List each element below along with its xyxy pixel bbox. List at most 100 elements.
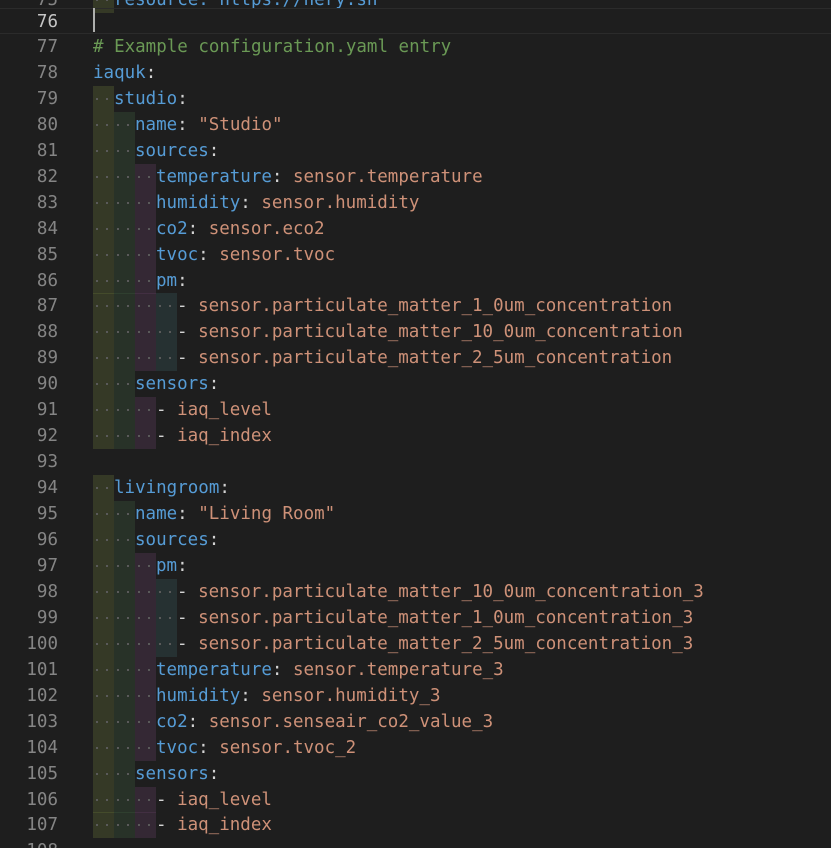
indent-guide [114,319,135,346]
line-number[interactable]: 81 [0,138,58,164]
line-number[interactable]: 94 [0,475,58,501]
line-code[interactable]: pm: [93,267,188,294]
code-line[interactable]: 93 [0,449,831,475]
yaml-key: pm [156,270,178,291]
line-number[interactable]: 77 [0,34,58,60]
line-number[interactable]: 86 [0,268,58,294]
code-line[interactable]: 88 - sensor.particulate_matter_10_0um_con… [0,319,831,346]
line-code[interactable]: - iaq_index [93,812,272,839]
line-code[interactable]: name: "Studio" [93,111,283,138]
line-code[interactable]: pm: [93,552,188,579]
line-number[interactable]: 90 [0,371,58,397]
line-code[interactable]: name: "Living Room" [93,501,335,528]
line-number[interactable]: 99 [0,605,58,631]
code-line[interactable]: 80 name: "Studio" [0,111,831,138]
code-line[interactable]: 81 sources: [0,137,831,164]
line-code[interactable]: - sensor.particulate_matter_1_0um_concen… [93,604,693,631]
line-number[interactable]: 98 [0,579,58,605]
line-number[interactable]: 83 [0,190,58,216]
code-line[interactable]: 87 - sensor.particulate_matter_1_0um_conc… [0,293,831,320]
line-code[interactable]: - iaq_level [93,397,272,424]
line-code[interactable]: sensors: [93,760,219,787]
code-line[interactable]: 89 - sensor.particulate_matter_2_5um_conc… [0,345,831,372]
line-code[interactable]: - sensor.particulate_matter_2_5um_concen… [93,345,672,372]
code-line[interactable]: 98 - sensor.particulate_matter_10_0um_con… [0,578,831,605]
line-code[interactable]: sources: [93,137,219,164]
code-line[interactable]: 104 tvoc: sensor.tvoc_2 [0,734,831,761]
line-code[interactable]: - iaq_level [93,786,272,813]
code-line[interactable]: 79 studio: [0,85,831,112]
line-number[interactable]: 103 [0,709,58,735]
code-line[interactable]: 97 pm: [0,552,831,579]
code-line[interactable]: 100 - sensor.particulate_matter_2_5um_con… [0,630,831,657]
line-code[interactable]: - sensor.particulate_matter_10_0um_conce… [93,578,704,605]
line-number[interactable]: 104 [0,735,58,761]
code-line[interactable]: 77 # Example configuration.yaml entry [0,34,831,60]
yaml-key: temperature [156,166,272,187]
code-line[interactable]: 83 humidity: sensor.humidity [0,189,831,216]
code-line[interactable]: 82 temperature: sensor.temperature [0,163,831,190]
line-code[interactable]: tvoc: sensor.tvoc [93,241,335,268]
code-line[interactable]: 105 sensors: [0,760,831,787]
line-number[interactable]: 95 [0,501,58,527]
code-line[interactable]: 99 - sensor.particulate_matter_1_0um_conc… [0,604,831,631]
code-line[interactable]: 96 sources: [0,527,831,553]
line-number[interactable]: 88 [0,319,58,345]
code-line[interactable]: 102 humidity: sensor.humidity_3 [0,682,831,709]
line-number[interactable]: 101 [0,657,58,683]
line-number[interactable]: 100 [0,631,58,657]
line-number[interactable]: 97 [0,553,58,579]
code-line[interactable]: 108 [0,838,831,848]
line-number[interactable]: 108 [0,838,58,848]
code-line[interactable]: 84 co2: sensor.eco2 [0,215,831,242]
code-line[interactable]: 86 pm: [0,267,831,294]
code-line[interactable]: 78 iaquk: [0,60,831,86]
code-line[interactable]: 91 - iaq_level [0,397,831,424]
code-line[interactable]: 92 - iaq_index [0,423,831,450]
code-line[interactable]: 94 livingroom: [0,475,831,502]
line-code[interactable]: temperature: sensor.temperature_3 [93,656,504,683]
code-line[interactable]: 103 co2: sensor.senseair_co2_value_3 [0,708,831,735]
line-number[interactable]: 76 [0,9,58,35]
line-number[interactable]: 82 [0,164,58,190]
line-code[interactable]: # Example configuration.yaml entry [93,34,451,60]
code-line[interactable]: 76 [0,8,831,34]
line-code[interactable]: sensors: [93,371,219,398]
line-code[interactable]: studio: [93,85,188,112]
line-number[interactable]: 78 [0,60,58,86]
line-code[interactable]: humidity: sensor.humidity_3 [93,682,441,709]
line-code[interactable]: temperature: sensor.temperature [93,163,483,190]
line-code[interactable]: - sensor.particulate_matter_1_0um_concen… [93,293,672,320]
line-number[interactable]: 84 [0,216,58,242]
line-code[interactable]: iaquk: [93,60,156,86]
code-line[interactable]: 106 - iaq_level [0,786,831,813]
line-number[interactable]: 106 [0,787,58,813]
line-number[interactable]: 89 [0,345,58,371]
line-number[interactable]: 93 [0,449,58,475]
code-line[interactable]: 101 temperature: sensor.temperature_3 [0,656,831,683]
line-code[interactable]: - sensor.particulate_matter_2_5um_concen… [93,630,693,657]
line-code[interactable]: - iaq_index [93,423,272,450]
code-line[interactable]: 90 sensors: [0,371,831,398]
code-line[interactable]: 107 - iaq_index [0,812,831,839]
line-number[interactable]: 92 [0,423,58,449]
line-number[interactable]: 87 [0,293,58,319]
code-line[interactable]: 95 name: "Living Room" [0,501,831,528]
line-code[interactable]: co2: sensor.senseair_co2_value_3 [93,708,493,735]
line-number[interactable]: 102 [0,683,58,709]
code-line[interactable]: 85 tvoc: sensor.tvoc [0,241,831,268]
line-code[interactable]: livingroom: [93,475,230,502]
line-number[interactable]: 79 [0,86,58,112]
line-code[interactable]: - sensor.particulate_matter_10_0um_conce… [93,319,683,346]
line-number[interactable]: 91 [0,397,58,423]
code-editor[interactable]: 75 resource: https://nery.sh 76 77 # Examp… [0,0,831,848]
line-number[interactable]: 105 [0,761,58,787]
line-code[interactable]: co2: sensor.eco2 [93,215,325,242]
line-number[interactable]: 85 [0,242,58,268]
line-code[interactable]: humidity: sensor.humidity [93,189,419,216]
line-number[interactable]: 80 [0,112,58,138]
line-code[interactable]: tvoc: sensor.tvoc_2 [93,734,356,761]
line-number[interactable]: 96 [0,527,58,553]
line-code[interactable]: sources: [93,527,219,553]
line-number[interactable]: 107 [0,812,58,838]
